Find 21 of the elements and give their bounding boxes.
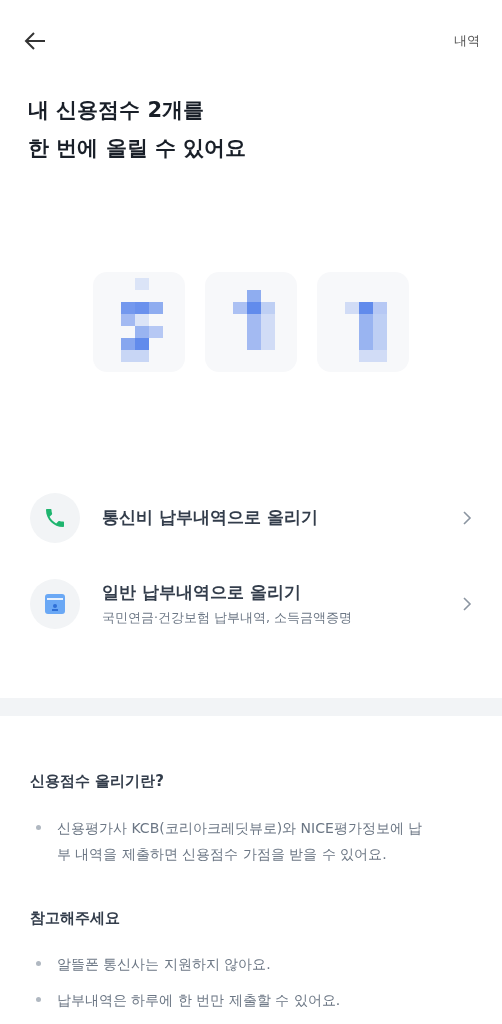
folder-card-icon xyxy=(44,593,66,615)
phone-icon xyxy=(43,506,67,530)
bullet-icon xyxy=(36,961,41,966)
option-title: 일반 납부내역으로 올리기 xyxy=(102,580,302,604)
chevron-right-icon xyxy=(463,597,472,611)
section-heading: 신용점수 올리기란? xyxy=(30,771,165,792)
option-row[interactable]: 일반 납부내역으로 올리기 국민연금·건강보험 납부내역, 소득금액증명 xyxy=(0,578,502,630)
chevron-right-icon xyxy=(463,511,472,525)
bullet-icon xyxy=(36,824,41,830)
bullet-text: 신용평가사 KCB(코리아크레딧뷰로)와 NICE평가정보에 납부 내역을 제출하면 신용점수 가점을 받을 수 있어요. xyxy=(57,818,424,864)
bullet-text: 납부내역은 하루에 한 번만 제출할 수 있어요. xyxy=(57,991,341,1010)
bullet-icon xyxy=(36,997,41,1002)
section-heading: 참고해주세요 xyxy=(30,907,121,929)
back-arrow-icon xyxy=(24,31,46,51)
option-title: 통신비 납부내역으로 올리기 xyxy=(102,506,319,530)
history-link[interactable]: 내역 xyxy=(454,31,480,51)
option-subtitle: 국민연금·건강보험 납부내역, 소득금액증명 xyxy=(102,609,353,628)
page-title: 내 신용점수 2개를 xyxy=(28,97,206,124)
bullet-text: 알뜰폰 통신사는 지원하지 않아요. xyxy=(57,955,271,974)
page-title: 한 번에 올릴 수 있어요 xyxy=(28,135,248,162)
option-row[interactable]: 통신비 납부내역으로 올리기 xyxy=(0,492,502,544)
